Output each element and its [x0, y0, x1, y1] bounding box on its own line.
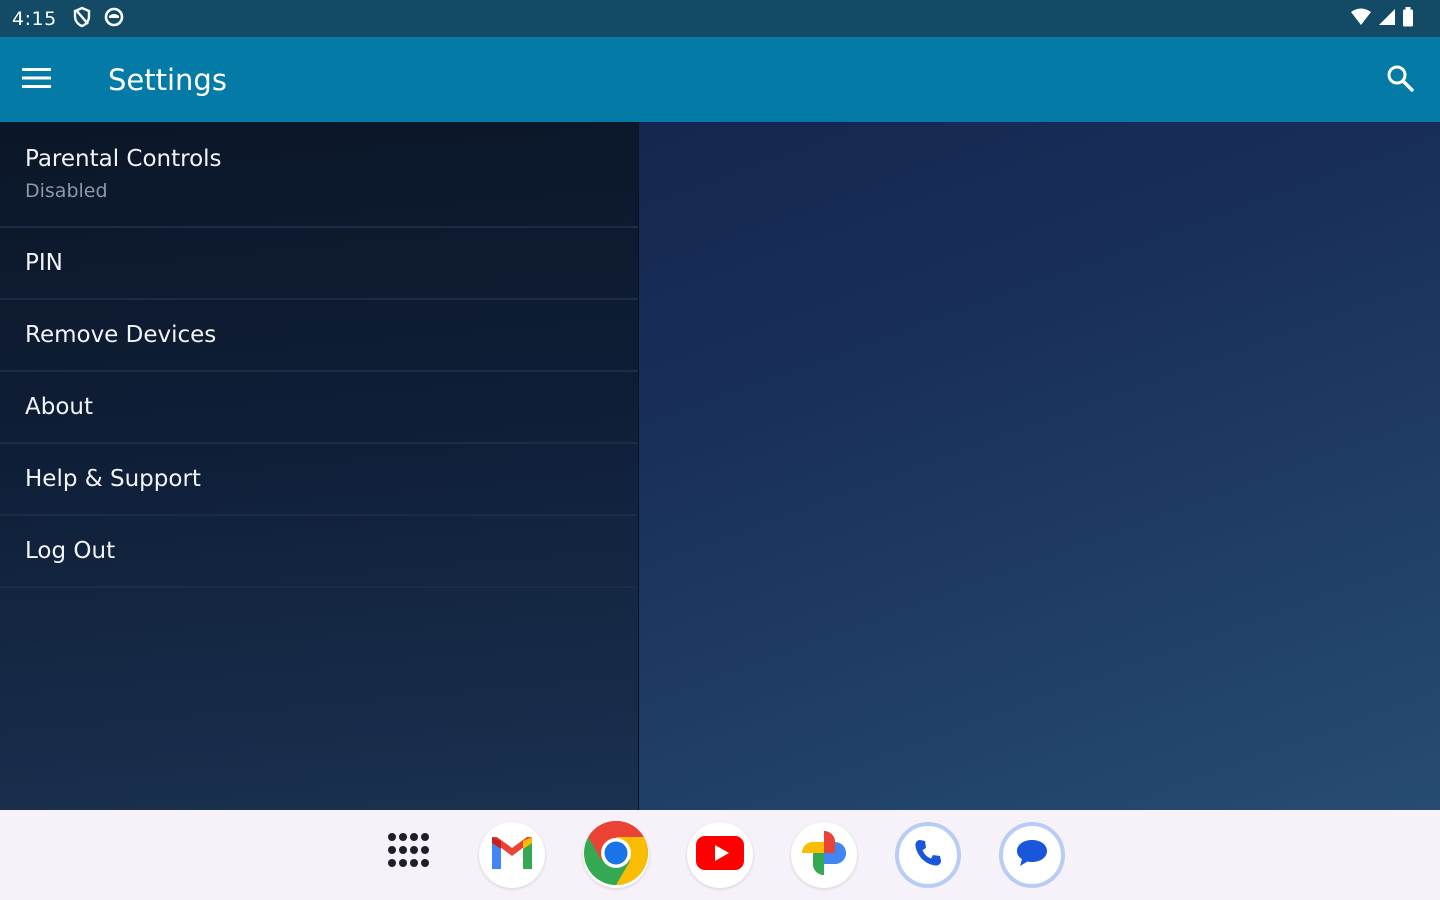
photos-icon [800, 829, 848, 881]
gmail-app-button[interactable] [479, 822, 545, 888]
settings-item-title: Remove Devices [25, 322, 217, 348]
phone-icon [913, 838, 943, 872]
status-right-icons [1350, 6, 1428, 31]
status-bar: 4:15 [0, 0, 1440, 37]
settings-item-title: Parental Controls [25, 146, 222, 172]
search-icon [1386, 64, 1414, 96]
battery-icon [1402, 6, 1414, 31]
phone-app-button[interactable] [895, 822, 961, 888]
page-title: Settings [108, 62, 227, 97]
content-area: Parental Controls Disabled PIN Remove De… [0, 122, 1440, 810]
photos-app-button[interactable] [791, 822, 857, 888]
settings-item-log-out[interactable]: Log Out [0, 516, 638, 588]
settings-item-title: Log Out [25, 538, 116, 564]
vpn-shield-icon [71, 6, 93, 32]
settings-item-pin[interactable]: PIN [0, 228, 638, 300]
settings-item-help-support[interactable]: Help & Support [0, 444, 638, 516]
signal-icon [1378, 8, 1396, 30]
settings-list: Parental Controls Disabled PIN Remove De… [0, 122, 639, 810]
app-drawer-button[interactable] [375, 822, 441, 888]
messages-icon [1015, 838, 1049, 872]
settings-item-title: Help & Support [25, 466, 201, 492]
dock [0, 810, 1440, 900]
messages-app-button[interactable] [999, 822, 1065, 888]
app-drawer-icon [386, 831, 430, 879]
settings-item-title: About [25, 394, 94, 420]
search-button[interactable] [1360, 37, 1440, 122]
youtube-icon [696, 836, 744, 874]
settings-item-subtitle: Disabled [25, 180, 108, 202]
settings-item-parental-controls[interactable]: Parental Controls Disabled [0, 122, 638, 228]
gmail-icon [489, 835, 535, 875]
data-saver-icon [103, 6, 125, 32]
menu-button[interactable] [0, 37, 74, 122]
youtube-app-button[interactable] [687, 822, 753, 888]
detail-pane [640, 122, 1440, 810]
app-bar: Settings [0, 37, 1440, 122]
settings-item-about[interactable]: About [0, 372, 638, 444]
settings-item-title: PIN [25, 250, 63, 276]
chrome-icon [584, 821, 648, 889]
status-left-icons [71, 6, 125, 32]
hamburger-menu-icon [22, 67, 52, 93]
settings-item-remove-devices[interactable]: Remove Devices [0, 300, 638, 372]
wifi-icon [1350, 8, 1372, 30]
chrome-app-button[interactable] [583, 821, 649, 889]
status-time: 4:15 [12, 7, 57, 30]
